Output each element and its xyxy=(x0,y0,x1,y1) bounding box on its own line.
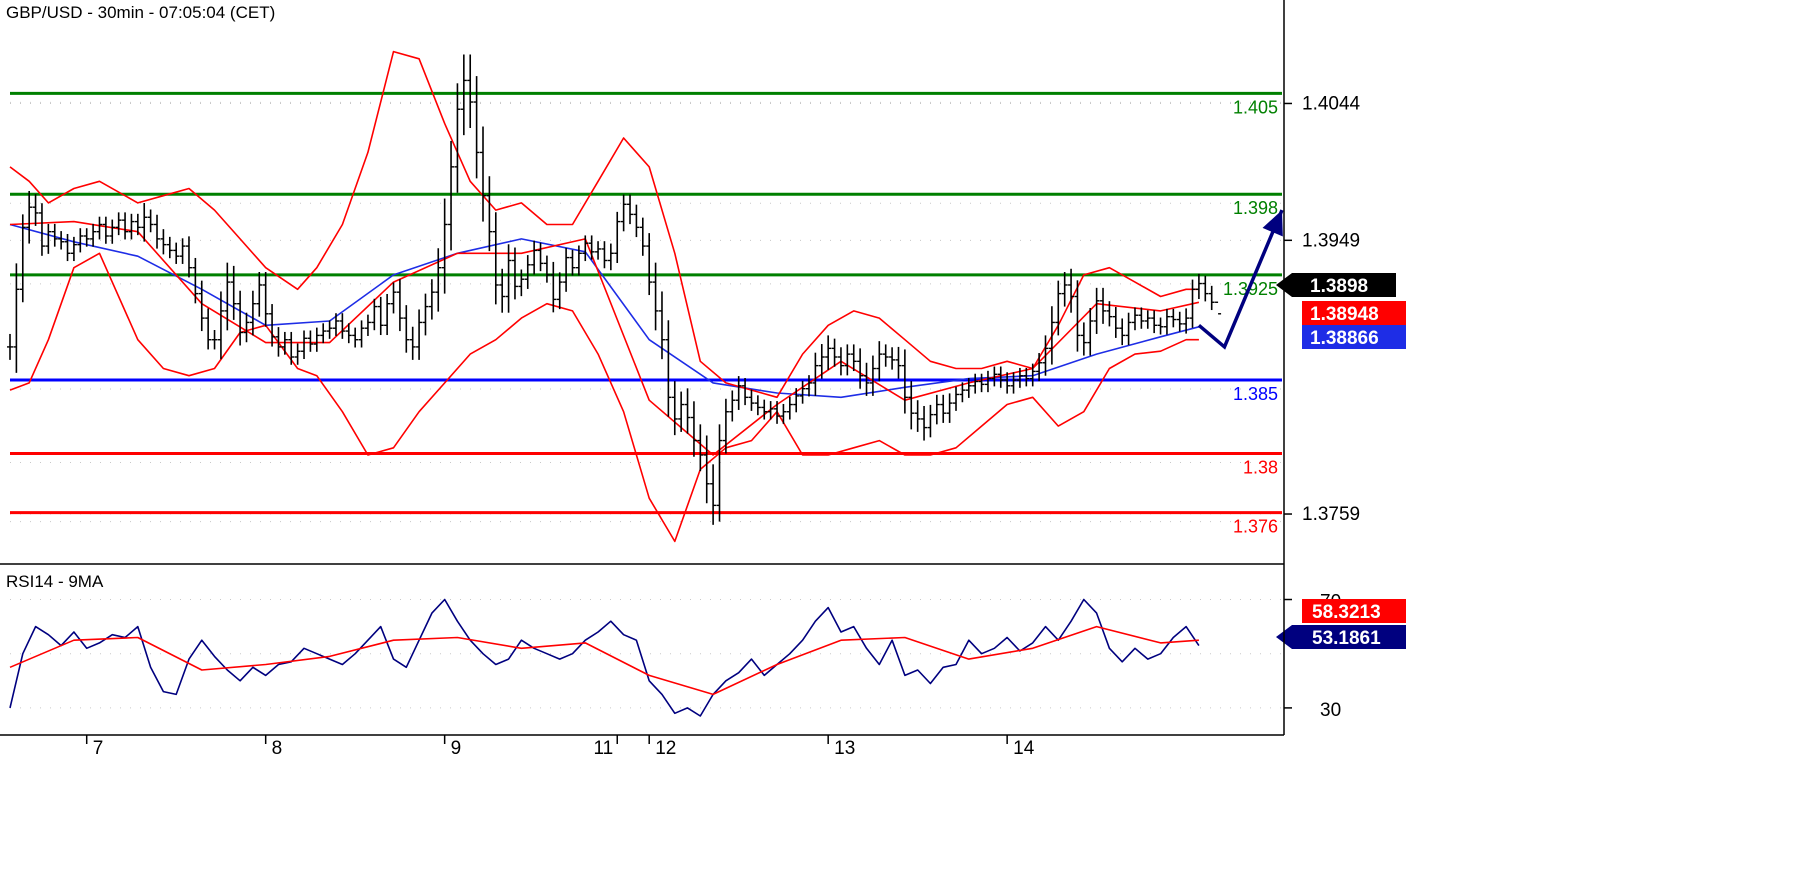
rsi-line xyxy=(9,598,1200,717)
y-tick-label: 1.4044 xyxy=(1302,93,1361,114)
support-resistance-levels: 1.4051.3981.39251.3851.381.376 xyxy=(10,91,1282,537)
price-tag-label: 1.38948 xyxy=(1310,304,1379,325)
rsi-grid xyxy=(10,599,1282,709)
level-label: 1.376 xyxy=(1233,517,1278,537)
level-label: 1.385 xyxy=(1233,384,1278,404)
y-tick-label: 1.3949 xyxy=(1302,230,1360,251)
y-tick-label: 1.3759 xyxy=(1302,504,1360,525)
x-tick-label: 11 xyxy=(594,738,614,759)
price-tag-label: 1.3898 xyxy=(1310,276,1368,297)
rsi-y-tick-label: 30 xyxy=(1320,700,1341,721)
price-panel: GBP/USD - 30min - 07:05:04 (CET) 1.405 1.… xyxy=(6,3,1406,543)
x-tick-label: 14 xyxy=(1013,738,1035,759)
x-tick-label: 12 xyxy=(655,738,676,759)
level-label: 1.398 xyxy=(1233,198,1278,218)
rsi-lines xyxy=(9,598,1200,717)
indicator-line xyxy=(9,252,1199,543)
rsi-value-tags: 58.3213 53.1861 xyxy=(1276,599,1406,649)
rsi-value-label: 58.3213 xyxy=(1312,602,1381,623)
x-tick-label: 13 xyxy=(834,738,855,759)
price-grid xyxy=(10,101,1282,523)
price-tags: 1.3898 1.38948 1.38866 xyxy=(1276,273,1406,349)
x-tick-label: 9 xyxy=(451,738,462,759)
rsi-panel: RSI14 - 9MA 7030 58.321353.1861 xyxy=(6,572,1406,721)
level-label: 1.405 xyxy=(1233,97,1278,117)
time-axis: 7 8 9 11 12 13 14 xyxy=(85,735,1035,759)
indicator-lines xyxy=(9,50,1200,543)
price-tag-label: 1.38866 xyxy=(1310,328,1379,349)
rsi-chart-title: RSI14 - 9MA xyxy=(6,572,104,591)
rsi-value-label: 53.1861 xyxy=(1312,628,1381,649)
chart-canvas: GBP/USD - 30min - 07:05:04 (CET) 1.405 1.… xyxy=(0,0,1406,759)
ohlc-bars xyxy=(7,54,1222,525)
x-tick-label: 8 xyxy=(272,738,283,759)
level-label: 1.38 xyxy=(1243,458,1278,478)
x-tick-label: 7 xyxy=(93,738,104,759)
price-chart-title: GBP/USD - 30min - 07:05:04 (CET) xyxy=(6,3,275,22)
chart-frame xyxy=(0,0,1285,736)
